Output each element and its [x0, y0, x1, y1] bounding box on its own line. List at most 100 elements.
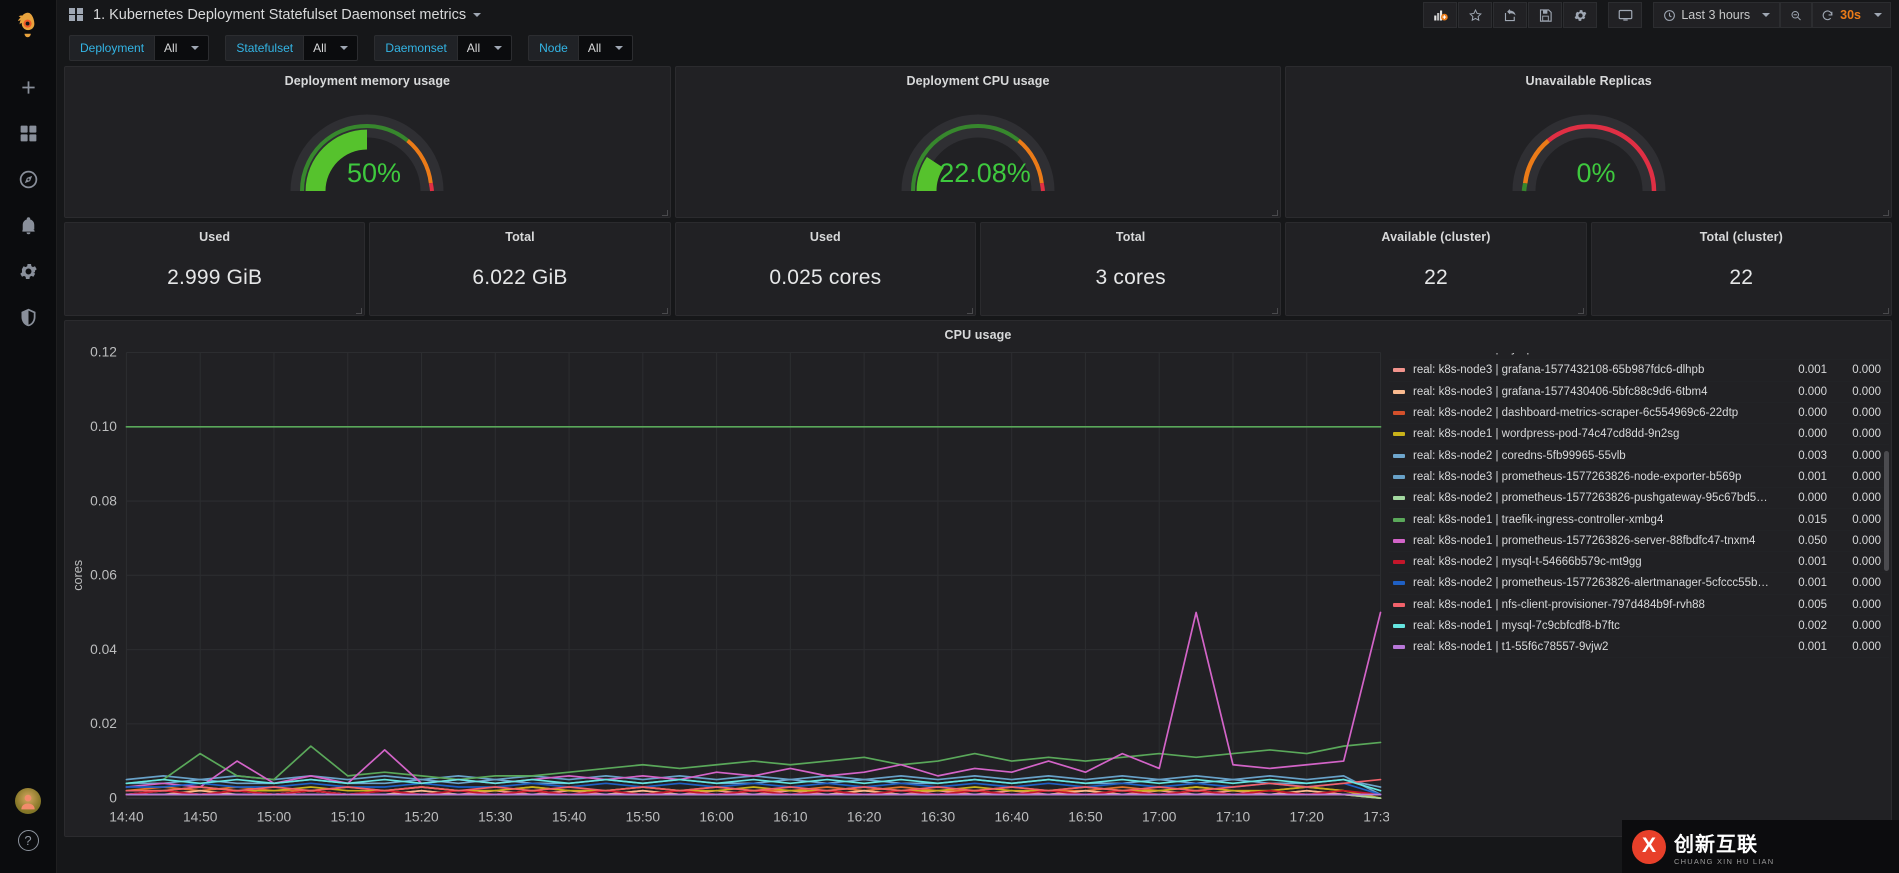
legend-row[interactable]: real: k8s-node1 | traefik-ingress-contro…	[1389, 509, 1889, 531]
legend-current-value: 0.001	[1798, 364, 1827, 377]
svg-text:17:20: 17:20	[1290, 809, 1325, 824]
legend-row[interactable]: real: k8s-node2 | prometheus-1577263826-…	[1389, 573, 1889, 595]
toolbar: Last 3 hours 30s	[1423, 2, 1891, 28]
legend-color-swatch[interactable]	[1393, 645, 1405, 650]
legend-color-swatch[interactable]	[1393, 581, 1405, 586]
panel-row-stats: Used 2.999 GiB Total 6.022 GiB Used 0.02…	[64, 222, 1892, 316]
mark-favorite-button[interactable]	[1458, 2, 1493, 28]
legend-color-swatch[interactable]	[1393, 411, 1405, 416]
legend-color-swatch[interactable]	[1393, 389, 1405, 394]
time-range-label: Last 3 hours	[1681, 8, 1751, 22]
svg-text:14:50: 14:50	[183, 809, 218, 824]
add-panel-button[interactable]	[1423, 2, 1458, 28]
legend-row[interactable]: real: k8s-node2 | prometheus-1577263826-…	[1389, 488, 1889, 510]
panel-resize-handle[interactable]	[660, 306, 668, 314]
legend-row[interactable]: real: k8s-node2 | dashboard-metrics-scra…	[1389, 403, 1889, 425]
panel-resize-handle[interactable]	[354, 306, 363, 314]
legend-series-label: real: k8s-node1 | wordpress-pod-74c47cd8…	[1413, 428, 1680, 441]
variable-value-dropdown[interactable]: All	[303, 35, 359, 61]
legend-row[interactable]: real: k8s-node1 | t1-55f6c78557-9vjw2 0.0…	[1389, 637, 1889, 659]
legend-color-swatch[interactable]	[1393, 538, 1405, 543]
compass-icon	[19, 170, 37, 188]
sidebar-item-explore[interactable]	[6, 164, 50, 194]
legend-row[interactable]: real: k8s-node3 | grafana-1577430406-5bf…	[1389, 382, 1889, 403]
gauge-deployment-cpu: 22.08%	[676, 84, 1281, 202]
legend-series-label: real: k8s-node3 | grafana-1577430406-5bf…	[1413, 385, 1708, 398]
graph-plot-area[interactable]: 0 0.02 0.04 0.06 0.08 0.10 0.12 cores 14:40 14:50…	[65, 342, 1398, 836]
legend-current-value: 0.000	[1798, 492, 1827, 505]
svg-text:16:40: 16:40	[994, 809, 1029, 824]
panel-resize-handle[interactable]	[1881, 306, 1889, 314]
legend-color-swatch[interactable]	[1393, 432, 1405, 437]
legend-color-swatch[interactable]	[1393, 517, 1405, 522]
legend-row[interactable]: real: k8s-node1 | nfs-client-provisioner…	[1389, 595, 1889, 616]
legend-row[interactable]: real: k8s-node1 | mysql-7c9cbfcdf8-b7ftc…	[1389, 616, 1889, 638]
variable-statefulset: Statefulset All	[225, 35, 359, 61]
page-title: 1. Kubernetes Deployment Statefulset Dae…	[93, 7, 467, 23]
plus-icon	[21, 80, 35, 94]
grafana-logo-link[interactable]	[0, 0, 56, 50]
svg-text:16:50: 16:50	[1068, 809, 1103, 824]
legend-row[interactable]: real: k8s-node2 | coredns-5fb99965-55vlb…	[1389, 445, 1889, 467]
save-dashboard-button[interactable]	[1528, 2, 1563, 28]
cycle-view-mode-button[interactable]	[1608, 2, 1643, 28]
chevron-down-icon[interactable]	[473, 13, 482, 17]
legend-color-swatch[interactable]	[1393, 453, 1405, 458]
svg-text:15:40: 15:40	[552, 809, 587, 824]
chevron-down-icon	[340, 46, 349, 50]
legend-color-swatch[interactable]	[1393, 602, 1405, 607]
legend-min-value: 0.000	[1852, 470, 1881, 483]
legend-row[interactable]: real: k8s-node1 | wordpress-pod-74c47cd8…	[1389, 424, 1889, 446]
panel-resize-handle[interactable]	[1270, 306, 1279, 314]
legend-color-swatch[interactable]	[1393, 474, 1405, 479]
legend-color-swatch[interactable]	[1393, 496, 1405, 501]
legend-current-value: 0.000	[1798, 407, 1827, 420]
variable-value-dropdown[interactable]: All	[154, 35, 210, 61]
legend-row[interactable]: real: k8s-node2 | mysql-t-54666b579c-mt9…	[1389, 552, 1889, 574]
legend-color-swatch[interactable]	[1393, 624, 1405, 628]
variable-value-text: All	[164, 41, 178, 55]
zoom-out-icon	[1791, 10, 1801, 20]
legend-series-label: real: k8s-node2 | prometheus-1577263826-…	[1413, 492, 1771, 505]
variable-deployment: Deployment All	[69, 35, 210, 61]
watermark-text: 创新互联 CHUANG XIN HU LIAN	[1674, 828, 1774, 866]
legend-series-label: real: k8s-node2 | dashboard-metrics-scra…	[1413, 407, 1739, 420]
panel-resize-handle[interactable]	[1881, 208, 1890, 216]
legend-series-label: real: k8s-node1 | nfs-client-provisioner…	[1413, 598, 1705, 611]
panel-resize-handle[interactable]	[1270, 208, 1279, 216]
legend-series-label: real: k8s-node1 | mysql-test-647bddb96b-…	[1413, 353, 1771, 355]
avatar[interactable]	[15, 788, 41, 814]
sidebar-item-configuration[interactable]	[6, 256, 50, 286]
legend-scrollbar[interactable]	[1884, 451, 1889, 571]
graph-legend: real: k8s-node1 | mysql-test-647bddb96b-…	[1389, 353, 1889, 836]
refresh-interval-picker[interactable]: 30s	[1812, 2, 1891, 28]
variable-value-dropdown[interactable]: All	[456, 35, 513, 61]
sidebar-nav	[0, 72, 56, 332]
variable-value-dropdown[interactable]: All	[577, 35, 634, 61]
sidebar-item-create-add[interactable]	[6, 72, 50, 102]
gauge-value: 22.08%	[939, 158, 1031, 188]
panel-resize-handle[interactable]	[1576, 306, 1584, 314]
legend-row[interactable]: real: k8s-node3 | prometheus-1577263826-…	[1389, 467, 1889, 489]
panel-resize-handle[interactable]	[660, 208, 668, 216]
sidebar-item-alerting[interactable]	[6, 210, 50, 240]
dashboard-settings-button[interactable]	[1563, 2, 1598, 28]
zoom-out-button[interactable]	[1780, 2, 1813, 28]
legend-row[interactable]: real: k8s-node1 | prometheus-1577263826-…	[1389, 531, 1889, 552]
panel-title: Used	[199, 230, 231, 244]
time-range-picker[interactable]: Last 3 hours	[1653, 2, 1781, 28]
legend-row[interactable]: real: k8s-node1 | mysql-test-647bddb96b-…	[1389, 353, 1889, 361]
sidebar-item-dashboards[interactable]	[6, 118, 50, 148]
sidebar-item-server-admin[interactable]	[6, 302, 50, 332]
share-dashboard-button[interactable]	[1493, 2, 1528, 28]
svg-text:16:30: 16:30	[921, 809, 956, 824]
panel-title: Total (cluster)	[1699, 230, 1783, 244]
svg-text:0.12: 0.12	[90, 345, 117, 360]
legend-row[interactable]: real: k8s-node3 | grafana-1577432108-65b…	[1389, 360, 1889, 382]
panel-resize-handle[interactable]	[965, 306, 973, 314]
legend-color-swatch[interactable]	[1393, 368, 1405, 373]
gauge-value: 0%	[1576, 158, 1615, 188]
legend-color-swatch[interactable]	[1393, 560, 1405, 565]
help-button[interactable]: ?	[17, 830, 39, 851]
chevron-down-icon	[1762, 13, 1771, 17]
